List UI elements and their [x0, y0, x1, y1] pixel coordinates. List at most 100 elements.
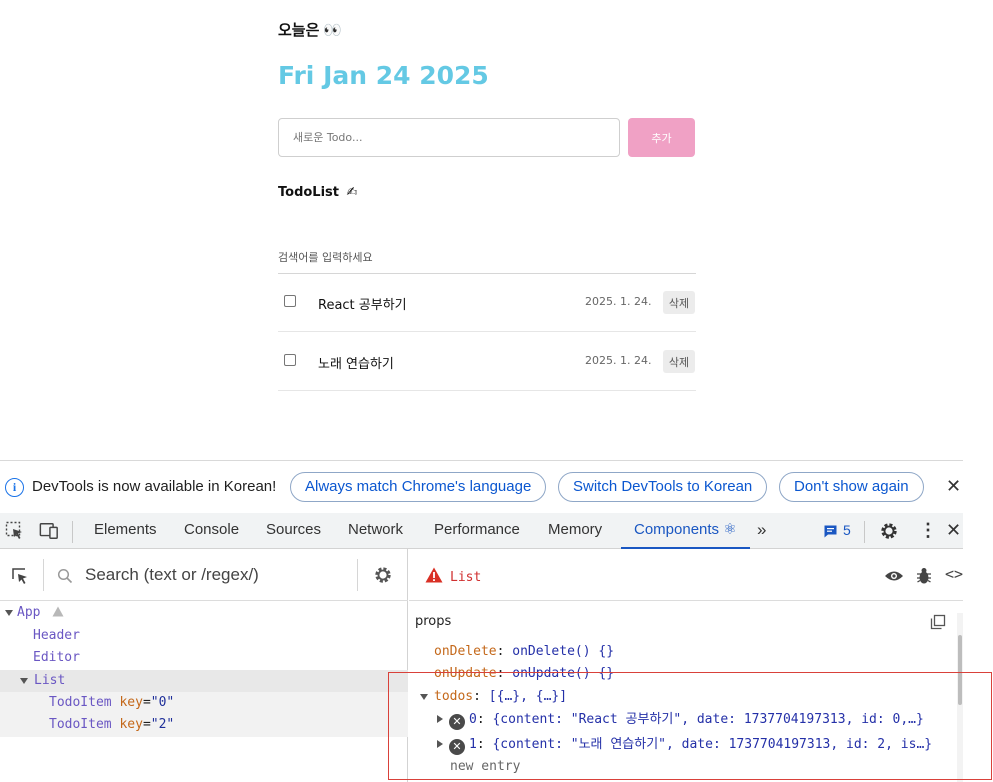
devtools-panel: i DevTools is now available in Korean! A… — [0, 460, 963, 782]
tab-console[interactable]: Console — [184, 513, 239, 549]
todo-app: 오늘은👀 Fri Jan 24 2025 추가 TodoList ✍ React… — [278, 0, 696, 460]
prop-value: {content: "React 공부하기", date: 1737704197… — [492, 712, 924, 727]
tab-performance[interactable]: Performance — [434, 513, 520, 549]
tree-node-label: App — [17, 605, 41, 620]
tree-node-key-value: "0" — [150, 695, 175, 710]
tab-network[interactable]: Network — [348, 513, 403, 549]
tree-node-todoitem[interactable]: TodoItem key="2" — [0, 714, 408, 737]
tree-node-key-value: "2" — [150, 717, 175, 732]
collapse-triangle-icon[interactable] — [420, 694, 428, 700]
more-tabs-chevron-icon[interactable]: » — [757, 513, 766, 549]
info-icon: i — [5, 478, 24, 497]
prop-value: onDelete() {} — [512, 644, 615, 659]
debug-bug-icon[interactable] — [916, 567, 932, 585]
component-tree-toolbar: Search (text or /regex/) — [0, 549, 408, 601]
close-devtools-icon[interactable]: ✕ — [946, 513, 961, 549]
scrollbar-thumb[interactable] — [958, 635, 962, 705]
todo-list-title: TodoList ✍ — [278, 185, 357, 200]
dont-show-again-button[interactable]: Don't show again — [779, 472, 924, 502]
expand-triangle-icon[interactable] — [437, 740, 443, 748]
tree-node-todoitem[interactable]: TodoItem key="0" — [0, 692, 408, 714]
todo-search-input[interactable] — [278, 242, 696, 274]
error-warning-icon — [425, 567, 443, 583]
issues-count[interactable]: 5 — [843, 513, 851, 549]
remove-entry-icon[interactable]: ✕ — [449, 739, 465, 755]
add-todo-button[interactable]: 추가 — [628, 118, 695, 157]
collapse-triangle-icon[interactable] — [5, 610, 13, 616]
tab-components[interactable]: Components ⚛ — [621, 513, 750, 549]
prop-key: todos — [434, 689, 474, 704]
writing-hand-emoji-icon: ✍ — [346, 185, 358, 200]
tree-node-label: Header — [33, 628, 80, 643]
devtools-tabbar: Elements Console Sources Network Perform… — [0, 513, 963, 549]
tree-node-key-label: key — [119, 717, 143, 732]
warning-icon — [52, 606, 64, 617]
device-toolbar-icon[interactable] — [39, 521, 59, 541]
delete-todo-button[interactable]: 삭제 — [663, 350, 695, 373]
tree-node-key-label: key — [119, 695, 143, 710]
prop-value: onUpdate() {} — [512, 666, 615, 681]
more-options-icon[interactable]: ⋮ — [919, 513, 937, 549]
todo-content: React 공부하기 — [318, 298, 407, 313]
prop-todos-item[interactable]: ✕ 1: {content: "노래 연습하기", date: 173770419… — [409, 734, 954, 756]
eyes-emoji-icon: 👀 — [323, 21, 343, 39]
toolbar-divider — [864, 521, 865, 543]
tab-elements[interactable]: Elements — [94, 513, 157, 549]
language-infobar: i DevTools is now available in Korean! A… — [0, 461, 963, 513]
toolbar-divider — [43, 559, 44, 591]
new-entry-label: new entry — [450, 759, 521, 774]
select-component-icon[interactable] — [10, 566, 30, 586]
inspect-dom-eye-icon[interactable] — [884, 569, 904, 583]
component-tree-pane: Search (text or /regex/) App Header Edit… — [0, 549, 408, 782]
component-search-input[interactable]: Search (text or /regex/) — [85, 565, 259, 585]
infobar-close-icon[interactable]: ✕ — [946, 476, 961, 497]
tree-node-label: Editor — [33, 650, 80, 665]
new-todo-input[interactable] — [278, 118, 620, 157]
tree-node-app[interactable]: App — [0, 602, 408, 624]
todo-list-title-text: TodoList — [278, 185, 340, 200]
prop-todos[interactable]: todos: [{…}, {…}] — [409, 686, 954, 708]
tab-memory[interactable]: Memory — [548, 513, 602, 549]
tree-node-editor[interactable]: Editor — [0, 647, 408, 669]
inspect-element-icon[interactable] — [5, 521, 25, 541]
switch-to-korean-button[interactable]: Switch DevTools to Korean — [558, 472, 768, 502]
prop-value: {content: "노래 연습하기", date: 1737704197313… — [492, 737, 933, 752]
new-entry-row[interactable]: new entry — [409, 756, 954, 778]
greeting-text: 오늘은 — [278, 21, 320, 39]
inspector-scrollbar[interactable] — [957, 613, 963, 782]
todo-item: 노래 연습하기 2025. 1. 24. 삭제 — [278, 332, 696, 391]
prop-ondelete[interactable]: onDelete: onDelete() {} — [409, 641, 954, 663]
view-source-code-icon[interactable]: <> — [945, 565, 963, 583]
todo-item: React 공부하기 2025. 1. 24. 삭제 — [278, 273, 696, 332]
selected-component-name: List — [450, 570, 482, 585]
todo-content: 노래 연습하기 — [318, 357, 394, 372]
prop-key: 0 — [469, 712, 477, 727]
collapse-triangle-icon[interactable] — [20, 678, 28, 684]
todo-date: 2025. 1. 24. — [585, 354, 652, 367]
infobar-message: DevTools is now available in Korean! — [32, 478, 277, 495]
prop-onupdate[interactable]: onUpdate: onUpdate() {} — [409, 663, 954, 685]
tree-node-header[interactable]: Header — [0, 625, 408, 647]
tree-node-list[interactable]: List — [0, 670, 408, 692]
todo-done-checkbox[interactable] — [284, 295, 296, 307]
issues-message-icon[interactable] — [823, 524, 838, 539]
delete-todo-button[interactable]: 삭제 — [663, 291, 695, 314]
remove-entry-icon[interactable]: ✕ — [449, 714, 465, 730]
component-settings-gear-icon[interactable] — [373, 565, 393, 585]
todo-done-checkbox[interactable] — [284, 354, 296, 366]
greeting-heading: 오늘은 👀 — [278, 19, 342, 40]
copy-icon[interactable] — [930, 614, 946, 630]
prop-key: onDelete — [434, 644, 497, 659]
prop-key: onUpdate — [434, 666, 497, 681]
tab-sources[interactable]: Sources — [266, 513, 321, 549]
prop-key: 1 — [469, 737, 477, 752]
toolbar-divider — [72, 521, 73, 543]
settings-gear-icon[interactable] — [879, 521, 899, 541]
props-section-label: props — [415, 614, 452, 629]
search-icon — [57, 568, 73, 584]
prop-todos-item[interactable]: ✕ 0: {content: "React 공부하기", date: 173770… — [409, 709, 954, 731]
inspector-header: List <> — [409, 549, 963, 601]
props-inspector-pane: List <> props onDelete: onDelete() {} on… — [409, 549, 963, 782]
expand-triangle-icon[interactable] — [437, 715, 443, 723]
always-match-language-button[interactable]: Always match Chrome's language — [290, 472, 547, 502]
